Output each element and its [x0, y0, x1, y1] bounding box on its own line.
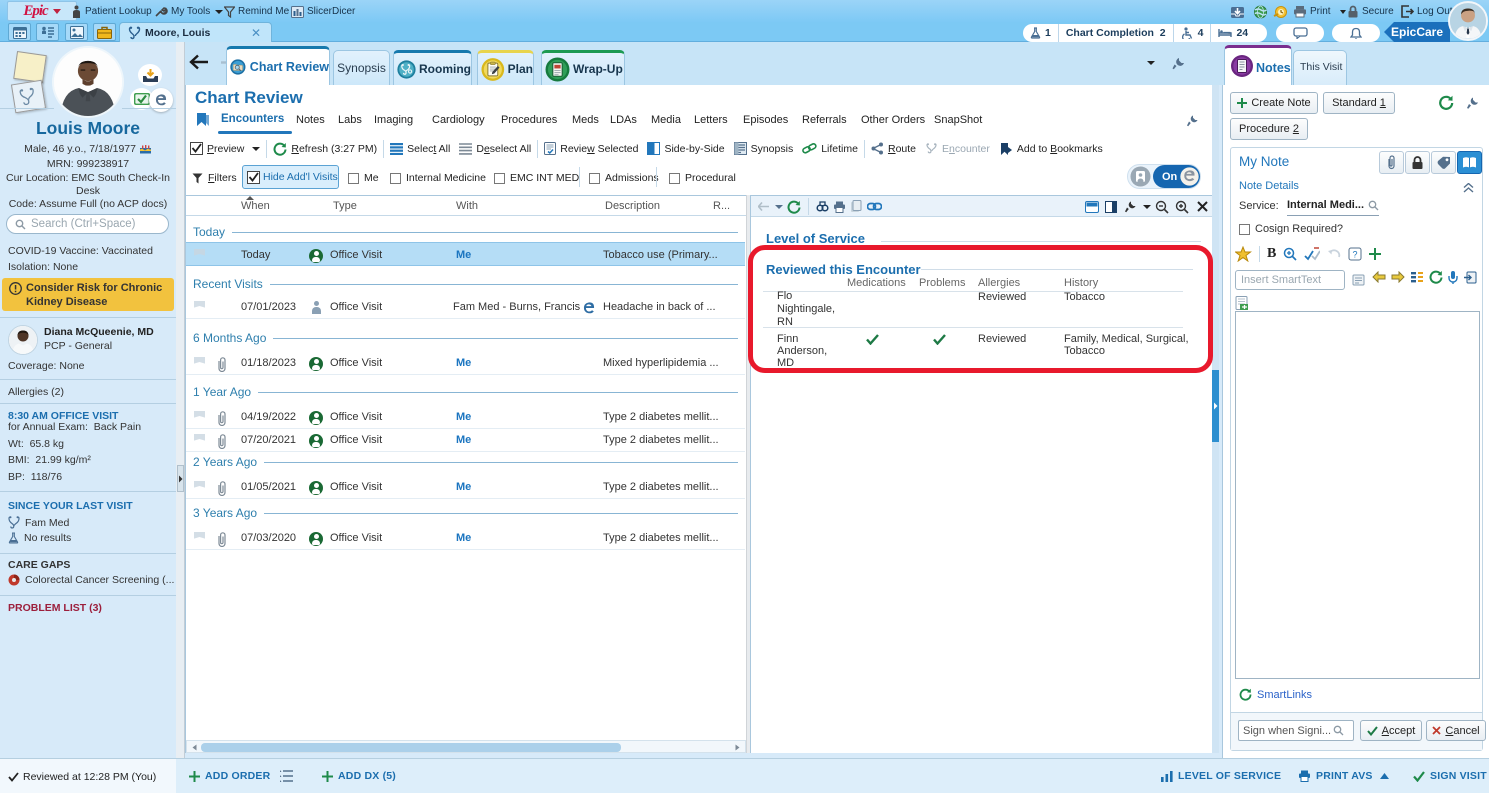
svg-text:?: ? [1353, 250, 1358, 260]
